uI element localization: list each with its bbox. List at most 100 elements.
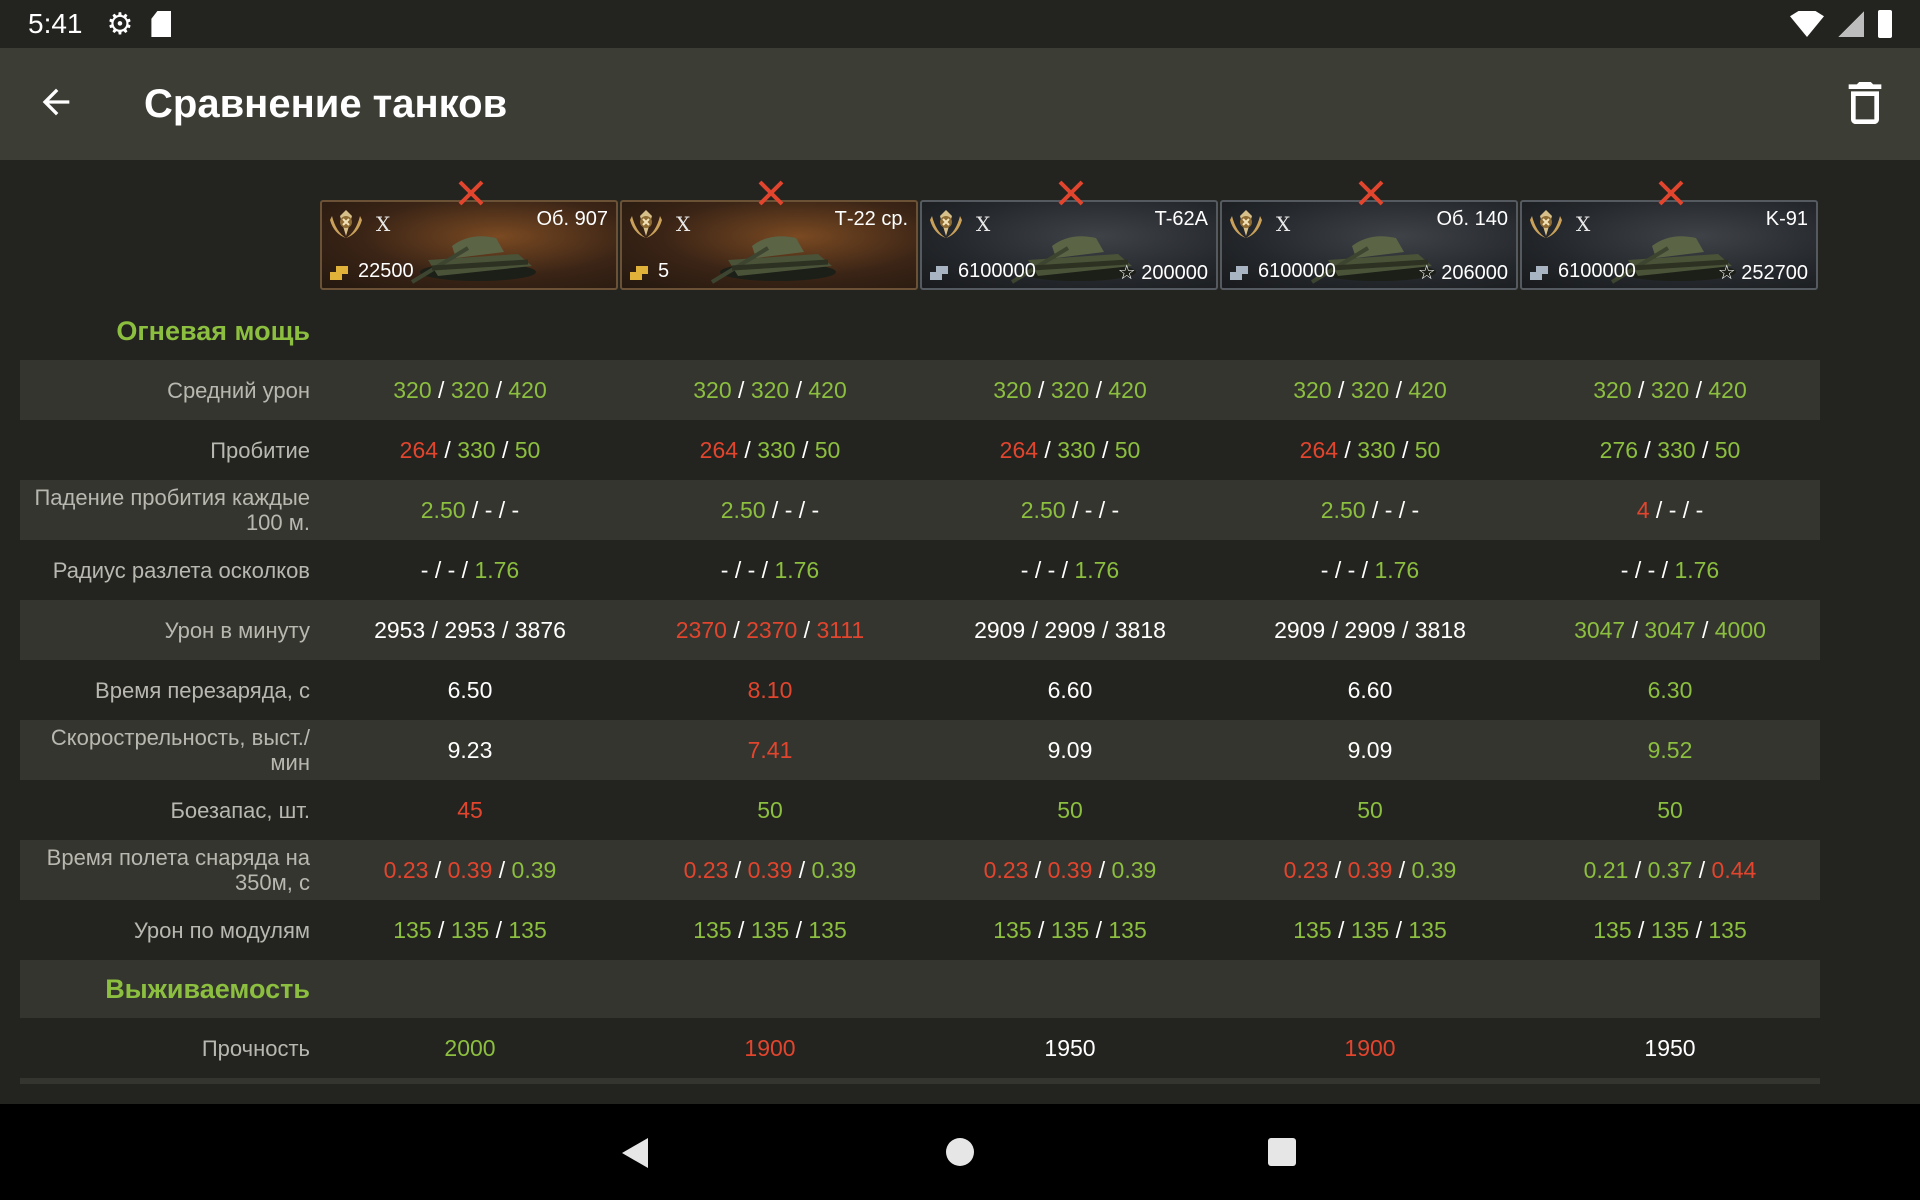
separator: / xyxy=(1328,856,1348,883)
cell-value: 320 xyxy=(450,376,490,403)
separator: / xyxy=(1625,616,1645,643)
separator: / xyxy=(425,616,445,643)
separator: / xyxy=(755,556,775,583)
nav-back-icon[interactable] xyxy=(620,1136,650,1170)
cell-value: 135 xyxy=(508,916,547,943)
table-cell: 135 / 135 / 135 xyxy=(1520,917,1820,944)
cell-value: 135 xyxy=(993,916,1032,943)
section-title-text: Огневая мощь xyxy=(116,315,310,346)
cell-value: 2370 xyxy=(746,616,798,643)
tank-card[interactable]: X K-91 6100000 ☆ 252700 xyxy=(1520,180,1818,290)
table-cell: 264 / 330 / 50 xyxy=(320,437,620,464)
cell-value: 0.44 xyxy=(1711,856,1757,883)
cell-value: 1950 xyxy=(1044,1034,1096,1061)
separator: / xyxy=(1655,556,1675,583)
separator: / xyxy=(1055,556,1075,583)
table-cell: 50 xyxy=(1220,797,1520,824)
cell-value: 135 xyxy=(1708,916,1747,943)
close-icon[interactable] xyxy=(1656,178,1686,208)
table-cell: 264 / 330 / 50 xyxy=(1220,437,1520,464)
tank-tier: X xyxy=(676,212,691,236)
nav-home-icon[interactable] xyxy=(946,1138,974,1166)
tank-name: Об. 140 xyxy=(1436,208,1509,230)
cell-value: 8.10 xyxy=(747,676,793,703)
tank-card[interactable]: X Об. 140 6100000 ☆ 206000 xyxy=(1220,180,1518,290)
tank-price: 6100000 xyxy=(958,260,1036,282)
separator: / xyxy=(1695,616,1715,643)
cell-value: 2909 xyxy=(1044,616,1096,643)
table-cell: 320 / 320 / 420 xyxy=(320,377,620,404)
comparison-content[interactable]: X Об. 907 22500 X Т-22 ср. 5 X T-62A 610… xyxy=(0,160,1920,1084)
nav-recents-icon[interactable] xyxy=(1268,1138,1296,1166)
separator: / xyxy=(489,916,509,943)
table-cell: 264 / 330 / 50 xyxy=(620,437,920,464)
cell-value: 1900 xyxy=(744,1034,796,1061)
separator: / xyxy=(1328,556,1348,583)
star-icon: ☆ xyxy=(1417,262,1442,284)
separator: / xyxy=(789,916,809,943)
cell-value: 50 xyxy=(1414,436,1441,463)
separator: / xyxy=(1695,436,1715,463)
separator: / xyxy=(1365,496,1385,523)
cell-value: 7.41 xyxy=(747,736,793,763)
cell-value: 330 xyxy=(1657,436,1696,463)
table-cell: 1900 xyxy=(620,1035,920,1062)
section-title: Выживаемость xyxy=(20,960,1820,1018)
tank-name: Т-22 ср. xyxy=(834,208,908,230)
cell-value: 330 xyxy=(1357,436,1396,463)
table-cell: 2909 / 2909 / 3818 xyxy=(1220,617,1520,644)
section-title: Огневая мощь xyxy=(20,302,1820,360)
cell-value: 420 xyxy=(1408,376,1447,403)
back-arrow-icon[interactable] xyxy=(36,82,76,122)
separator: / xyxy=(726,616,747,643)
table-cell: 6.60 xyxy=(1220,677,1520,704)
comparison-table: Огневая мощь Средний урон 320 / 320 / 420 3… xyxy=(20,302,1820,1084)
close-icon[interactable] xyxy=(456,178,486,208)
tier-emblem-icon xyxy=(1526,206,1566,242)
gold-coins-icon xyxy=(628,260,650,282)
separator: / xyxy=(1689,376,1709,403)
close-icon[interactable] xyxy=(1056,178,1086,208)
trash-icon[interactable] xyxy=(1848,82,1882,124)
separator: / xyxy=(1692,856,1712,883)
close-icon[interactable] xyxy=(1356,178,1386,208)
cell-value: 0.39 xyxy=(447,856,493,883)
table-cell: 320 / 320 / 420 xyxy=(1220,377,1520,404)
table-cell: 135 / 135 / 135 xyxy=(320,917,620,944)
tank-price: 6100000 xyxy=(1558,260,1636,282)
table-cell: 276 / 330 / 50 xyxy=(1520,437,1820,464)
separator: / xyxy=(728,856,748,883)
cell-value: 264 xyxy=(1299,436,1339,463)
cell-value: 6.50 xyxy=(447,676,493,703)
tank-price: 6100000 xyxy=(1258,260,1336,282)
table-row: Урон в минуту 2953 / 2953 / 3876 2370 / 23… xyxy=(20,600,1820,660)
row-label: Радиус разлета осколков xyxy=(52,557,310,583)
cell-value: 135 xyxy=(693,916,732,943)
cell-value: 320 xyxy=(1293,376,1332,403)
separator: / xyxy=(431,376,451,403)
cell-value: 2909 xyxy=(974,616,1026,643)
gold-coins-icon xyxy=(328,260,350,282)
tank-card[interactable]: X Об. 907 22500 xyxy=(320,180,618,290)
table-cell: 0.23 / 0.39 / 0.39 xyxy=(620,857,920,884)
table-row: Броня корпуса (лоб/борта/ xyxy=(20,1078,1820,1084)
cell-value: 0.39 xyxy=(747,856,793,883)
cell-value: 50 xyxy=(514,436,541,463)
table-cell: 135 / 135 / 135 xyxy=(1220,917,1520,944)
cell-value: 2000 xyxy=(444,1034,496,1061)
cell-value: 135 xyxy=(450,916,490,943)
close-icon[interactable] xyxy=(756,178,786,208)
table-cell: 6.50 xyxy=(320,677,620,704)
separator: / xyxy=(1095,436,1115,463)
sd-card-icon xyxy=(151,11,172,37)
tank-card[interactable]: X T-62A 6100000 ☆ 200000 xyxy=(920,180,1218,290)
separator: / xyxy=(465,496,485,523)
separator: / xyxy=(795,436,815,463)
cell-value: - xyxy=(811,496,820,523)
table-cell: 135 / 135 / 135 xyxy=(920,917,1220,944)
separator: / xyxy=(1649,496,1669,523)
cell-value: 264 xyxy=(399,436,439,463)
tank-card[interactable]: X Т-22 ср. 5 xyxy=(620,180,918,290)
cell-value: 0.39 xyxy=(511,856,557,883)
table-row: Средний урон 320 / 320 / 420 320 / 320 / 4… xyxy=(20,360,1820,420)
